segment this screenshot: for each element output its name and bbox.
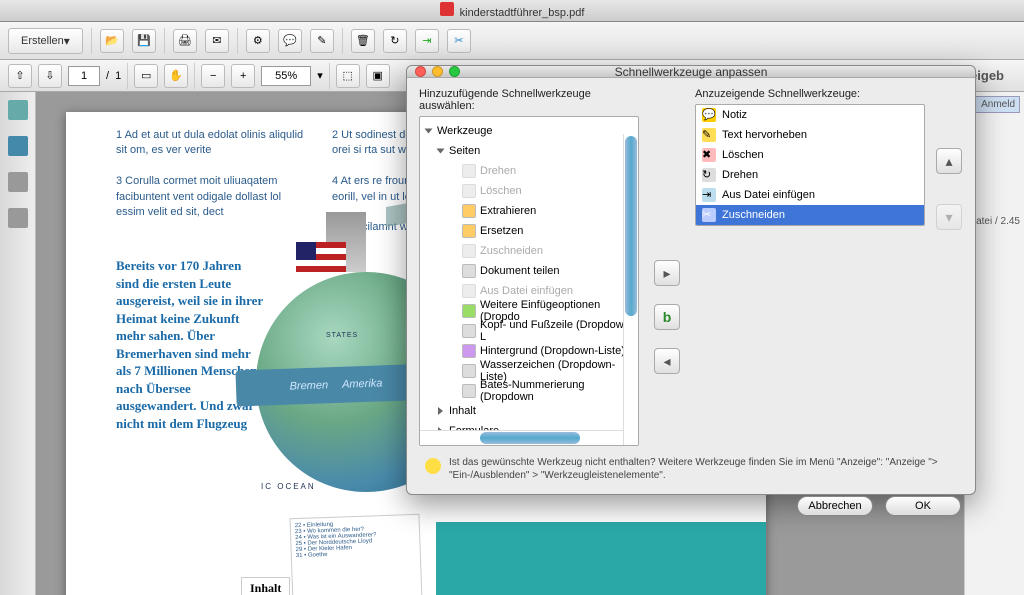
next-page-icon[interactable]: ⇩ xyxy=(38,64,62,88)
tree-node-inhalt[interactable]: Inhalt xyxy=(420,401,638,421)
window-title: kinderstadtführer_bsp.pdf xyxy=(460,7,585,19)
dialog-titlebar[interactable]: Schnellwerkzeuge anpassen xyxy=(407,66,975,78)
tree-item-weitere-einfuege[interactable]: Weitere Einfügeoptionen (Dropdo xyxy=(420,301,638,321)
fit-width-icon[interactable]: ⬚ xyxy=(336,64,360,88)
dialog-title: Schnellwerkzeuge anpassen xyxy=(407,65,975,79)
tree-item-ersetzen[interactable]: Ersetzen xyxy=(420,221,638,241)
window-titlebar: kinderstadtführer_bsp.pdf xyxy=(0,0,1024,22)
list-item-zuschneiden[interactable]: ✂Zuschneiden xyxy=(696,205,924,225)
highlight-icon[interactable]: ✎ xyxy=(310,29,334,53)
cancel-button[interactable]: Abbrechen xyxy=(797,496,873,516)
page-teal-panel xyxy=(436,522,766,595)
prev-page-icon[interactable]: ⇧ xyxy=(8,64,32,88)
save-icon[interactable]: 💾 xyxy=(132,29,156,53)
signatures-icon[interactable] xyxy=(8,208,28,228)
login-link[interactable]: Anmeld xyxy=(969,96,1020,113)
page-inhalt-label: Inhalt xyxy=(241,577,290,595)
gear-icon[interactable]: ⚙ xyxy=(246,29,270,53)
crop-icon[interactable]: ✂ xyxy=(447,29,471,53)
tree-vscrollbar[interactable] xyxy=(623,134,638,445)
tree-item-bates[interactable]: Bates-Nummerierung (Dropdown xyxy=(420,381,638,401)
page-number-input[interactable] xyxy=(68,66,100,86)
tree-item-dokument-teilen[interactable]: Dokument teilen xyxy=(420,261,638,281)
zoom-dropdown-icon[interactable]: ▾ xyxy=(317,69,323,82)
page-toc-card: 22 • Einleitung 23 • Wo kommen die her? … xyxy=(290,514,423,595)
tree-item-kopf-fusszeile[interactable]: Kopf- und Fußzeile (Dropdown-L xyxy=(420,321,638,341)
customize-quicktools-dialog: Schnellwerkzeuge anpassen Hinzuzufügende… xyxy=(406,65,976,495)
delete-page-icon[interactable]: 🗑 xyxy=(351,29,375,53)
fit-page-icon[interactable]: ▣ xyxy=(366,64,390,88)
tree-item-aus-datei[interactable]: Aus Datei einfügen xyxy=(420,281,638,301)
tree-item-hintergrund[interactable]: Hintergrund (Dropdown-Liste) xyxy=(420,341,638,361)
add-separator-button[interactable]: b xyxy=(654,304,680,330)
tree-item-drehen[interactable]: Drehen xyxy=(420,161,638,181)
shown-tools-list[interactable]: 💬Notiz ✎Text hervorheben ✖Löschen ↻Drehe… xyxy=(695,104,925,226)
tree-item-extrahieren[interactable]: Extrahieren xyxy=(420,201,638,221)
list-item-text-hervorheben[interactable]: ✎Text hervorheben xyxy=(696,125,924,145)
bookmarks-icon[interactable] xyxy=(8,136,28,156)
available-tools-label: Hinzuzufügende Schnellwerkzeuge auswähle… xyxy=(419,88,639,112)
tree-item-wasserzeichen[interactable]: Wasserzeichen (Dropdown-Liste) xyxy=(420,361,638,381)
left-rail xyxy=(0,92,36,595)
thumbnails-icon[interactable] xyxy=(8,100,28,120)
create-button[interactable]: Erstellen ▾ xyxy=(8,28,83,54)
shown-tools-label: Anzuzeigende Schnellwerkzeuge: xyxy=(695,88,925,100)
tree-hscrollbar[interactable] xyxy=(420,430,623,445)
email-icon[interactable]: ✉ xyxy=(205,29,229,53)
hand-tool-icon[interactable]: ✋ xyxy=(164,64,188,88)
list-item-drehen[interactable]: ↻Drehen xyxy=(696,165,924,185)
add-tool-button[interactable]: ▸ xyxy=(654,260,680,286)
tree-node-seiten[interactable]: Seiten xyxy=(420,141,638,161)
page-total: 1 xyxy=(115,70,121,82)
main-toolbar: Erstellen ▾ 📂 💾 🖨 ✉ ⚙ 💬 ✎ 🗑 ↻ ⇥ ✂ xyxy=(0,22,1024,60)
move-up-button[interactable]: ▴ xyxy=(936,148,962,174)
select-tool-icon[interactable]: ▭ xyxy=(134,64,158,88)
list-item-loeschen[interactable]: ✖Löschen xyxy=(696,145,924,165)
available-tools-tree[interactable]: Werkzeuge Seiten Drehen Löschen Extrahie… xyxy=(419,116,639,446)
tree-node-werkzeuge[interactable]: Werkzeuge xyxy=(420,121,638,141)
list-item-notiz[interactable]: 💬Notiz xyxy=(696,105,924,125)
file-meta: Datei / 2.45 xyxy=(969,216,1020,227)
zoom-input[interactable] xyxy=(261,66,311,86)
zoom-in-icon[interactable]: + xyxy=(231,64,255,88)
rotate-icon[interactable]: ↻ xyxy=(383,29,407,53)
ok-button[interactable]: OK xyxy=(885,496,961,516)
lightbulb-icon xyxy=(425,458,441,474)
attachments-icon[interactable] xyxy=(8,172,28,192)
tree-item-loeschen[interactable]: Löschen xyxy=(420,181,638,201)
dialog-hint-text: Ist das gewünschte Werkzeug nicht enthal… xyxy=(449,456,957,482)
zoom-out-icon[interactable]: − xyxy=(201,64,225,88)
note-icon[interactable]: 💬 xyxy=(278,29,302,53)
move-down-button[interactable]: ▾ xyxy=(936,204,962,230)
open-icon[interactable]: 📂 xyxy=(100,29,124,53)
insert-icon[interactable]: ⇥ xyxy=(415,29,439,53)
page-separator: / xyxy=(106,70,109,82)
tree-item-zuschneiden[interactable]: Zuschneiden xyxy=(420,241,638,261)
pdf-icon xyxy=(440,2,454,16)
remove-tool-button[interactable]: ◂ xyxy=(654,348,680,374)
print-icon[interactable]: 🖨 xyxy=(173,29,197,53)
list-item-aus-datei[interactable]: ⇥Aus Datei einfügen xyxy=(696,185,924,205)
